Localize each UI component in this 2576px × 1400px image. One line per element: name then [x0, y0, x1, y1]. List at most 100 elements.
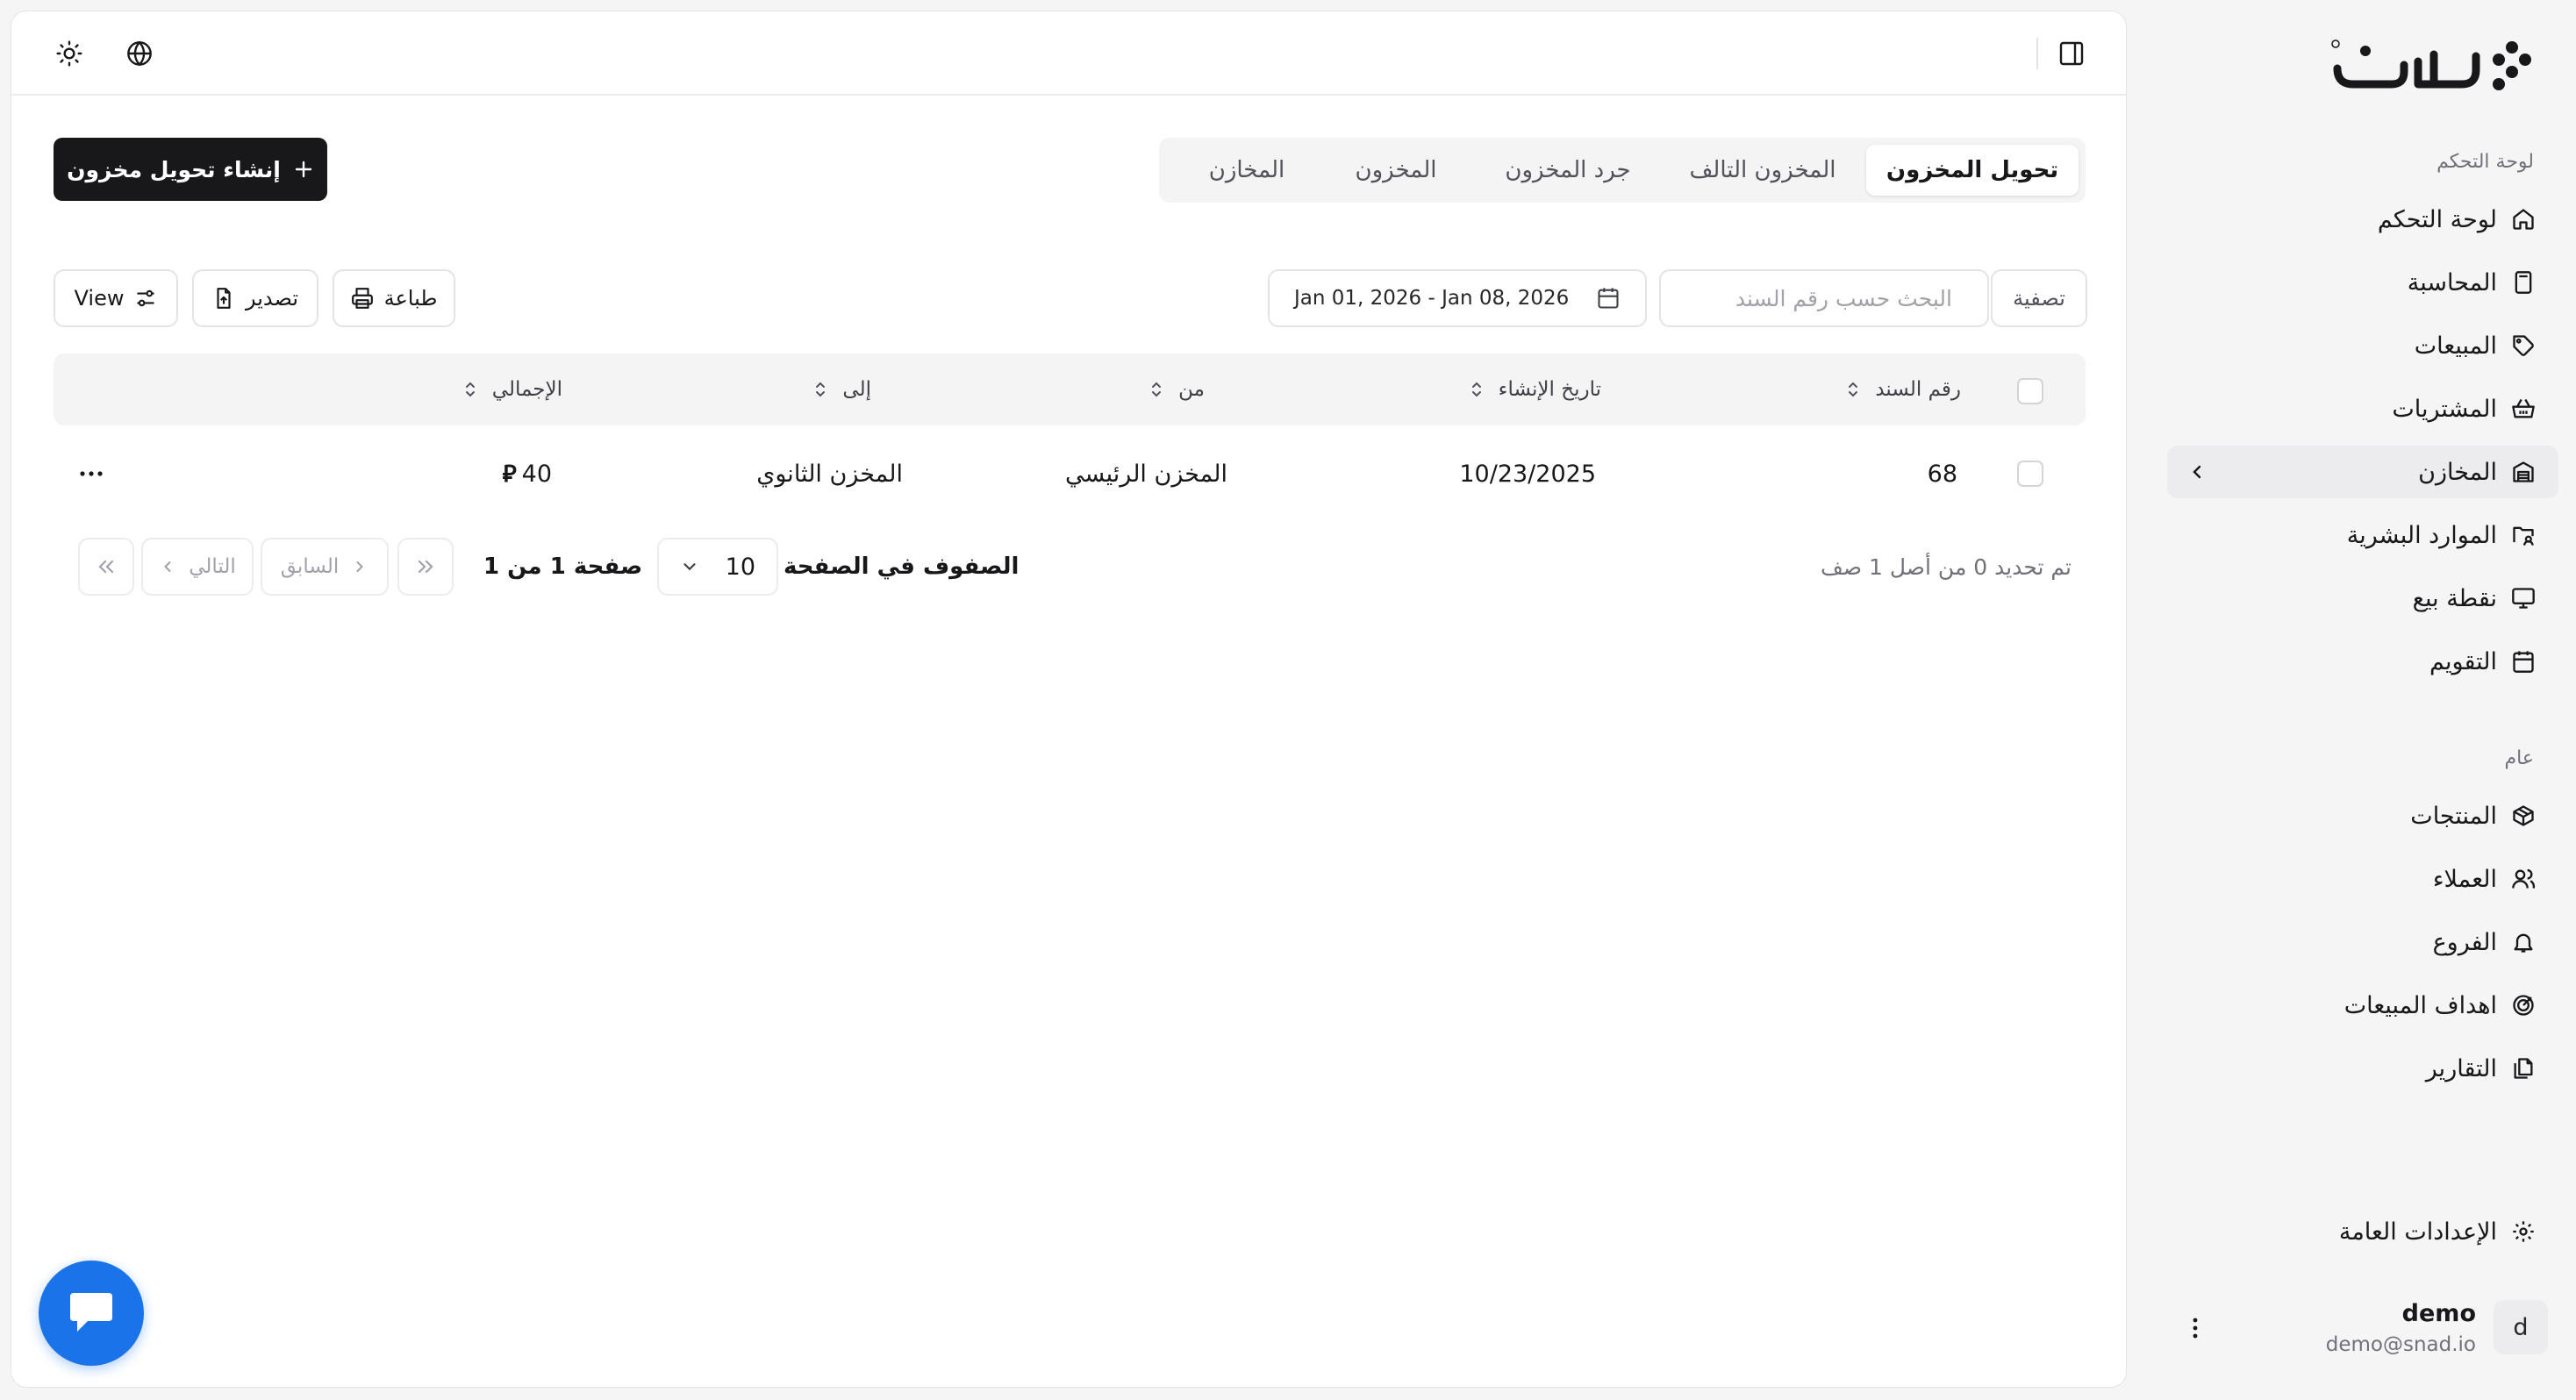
sidebar-item-reports[interactable]: التقارير: [2167, 1042, 2558, 1095]
chevron-right-icon: [351, 557, 369, 576]
more-horizontal-icon[interactable]: [78, 464, 104, 483]
export-button[interactable]: تصدير: [192, 269, 318, 327]
prev-page-button[interactable]: السابق: [261, 538, 389, 596]
sidebar-item-label: الموارد البشرية: [2346, 521, 2497, 549]
sidebar-item-label: المخازن: [2418, 458, 2497, 486]
sidebar-item-products[interactable]: المنتجات: [2167, 789, 2558, 842]
sidebar-item-label: التقويم: [2429, 647, 2497, 675]
sidebar-item-label: الإعدادات العامة: [2338, 1218, 2497, 1246]
gear-icon: [2511, 1219, 2536, 1244]
table-header: رقم السند تاريخ الإنشاء من إلى الإجمالي: [54, 354, 2086, 425]
sidebar-item-label: الفروع: [2432, 928, 2497, 956]
cell-to: المخزن الثانوي: [756, 460, 903, 488]
sun-icon[interactable]: [50, 34, 89, 73]
tab-stock[interactable]: المخزون: [1326, 145, 1466, 196]
view-label: View: [74, 286, 125, 311]
print-button[interactable]: طباعة: [333, 269, 455, 327]
column-header-to[interactable]: إلى: [812, 354, 871, 425]
sidebar-item-settings[interactable]: الإعدادات العامة: [2167, 1205, 2558, 1258]
column-label: إلى: [842, 378, 871, 401]
chevron-left-icon: [159, 557, 176, 576]
selection-count: تم تحديد 0 من أصل 1 صف: [1820, 554, 2072, 580]
sort-icon: [812, 380, 828, 399]
column-header-number[interactable]: رقم السند: [1845, 354, 1961, 425]
sidebar-item-warehouses[interactable]: المخازن: [2167, 446, 2558, 498]
files-icon: [2511, 1056, 2536, 1081]
sidebar-item-purchases[interactable]: المشتريات: [2167, 382, 2558, 435]
sidebar-item-pos[interactable]: نقطة بيع: [2167, 572, 2558, 625]
sidebar-item-label: لوحة التحكم: [2377, 205, 2497, 233]
brand-logo[interactable]: [2330, 35, 2534, 96]
next-page-button[interactable]: التالي: [141, 538, 254, 596]
tab-damaged-stock[interactable]: المخزون التالف: [1666, 145, 1859, 196]
sidebar-item-dashboard[interactable]: لوحة التحكم: [2167, 193, 2558, 246]
next-label: التالي: [189, 555, 236, 578]
tag-icon: [2511, 333, 2536, 358]
rows-per-page-select[interactable]: 10: [657, 538, 778, 596]
sidebar-item-hr[interactable]: الموارد البشرية: [2167, 509, 2558, 561]
user-menu[interactable]: d demo demo@snad.io: [2167, 1289, 2558, 1365]
select-all-checkbox[interactable]: [2017, 378, 2043, 404]
section-label-dashboard: لوحة التحكم: [2436, 151, 2534, 173]
section-label-general: عام: [2504, 747, 2534, 769]
column-header-created[interactable]: تاريخ الإنشاء: [1469, 354, 1601, 425]
box-icon: [2511, 804, 2536, 828]
sidebar-item-sales[interactable]: المبيعات: [2167, 319, 2558, 372]
table-row[interactable]: 68 10/23/2025 المخزن الرئيسي المخزن الثا…: [54, 438, 2086, 510]
first-page-button[interactable]: [397, 538, 454, 596]
row-checkbox[interactable]: [2017, 461, 2043, 487]
chevron-left-icon: [2186, 461, 2207, 482]
cell-number: 68: [1927, 460, 1957, 488]
basket-icon: [2511, 396, 2536, 421]
filter-button[interactable]: تصفية: [1991, 269, 2087, 327]
user-name: demo: [2401, 1300, 2476, 1327]
tab-stock-transfer[interactable]: تحويل المخزون: [1866, 145, 2079, 196]
sidebar-item-customers[interactable]: العملاء: [2167, 853, 2558, 905]
users-folder-icon: [2511, 523, 2536, 547]
prev-label: السابق: [280, 555, 340, 578]
top-bar: [11, 11, 2126, 96]
chat-icon: [67, 1291, 116, 1335]
globe-icon[interactable]: [120, 34, 159, 73]
sort-icon: [1469, 380, 1485, 399]
calendar-icon: [2511, 649, 2536, 674]
column-header-total[interactable]: الإجمالي: [462, 354, 562, 425]
sidebar-item-accounting[interactable]: المحاسبة: [2167, 256, 2558, 309]
home-icon: [2511, 207, 2536, 232]
sidebar-item-label: المشتريات: [2392, 395, 2497, 423]
sidebar-item-calendar[interactable]: التقويم: [2167, 635, 2558, 688]
date-range-picker[interactable]: Jan 01, 2026 - Jan 08, 2026: [1268, 269, 1647, 327]
column-label: من: [1178, 378, 1205, 401]
sidebar-item-label: التقارير: [2425, 1054, 2497, 1082]
view-button[interactable]: View: [54, 269, 178, 327]
cell-from: المخزن الرئيسي: [1065, 460, 1227, 488]
sidebar-item-branches[interactable]: الفروع: [2167, 916, 2558, 968]
sidebar: لوحة التحكم لوحة التحكم المحاسبة المبيعا…: [2143, 0, 2576, 1400]
tabs: تحويل المخزون المخزون التالف جرد المخزون…: [1159, 138, 2086, 203]
sidebar-item-sales-goals[interactable]: اهداف المبيعات: [2167, 979, 2558, 1032]
column-label: رقم السند: [1875, 378, 1961, 401]
sidebar-item-label: المبيعات: [2414, 332, 2497, 360]
tab-stock-count[interactable]: جرد المخزون: [1477, 145, 1659, 196]
chevrons-left-icon: [95, 556, 118, 577]
chat-button[interactable]: [39, 1261, 144, 1366]
create-transfer-label: إنشاء تحويل مخزون: [67, 156, 281, 182]
date-range-label: Jan 01, 2026 - Jan 08, 2026: [1294, 287, 1570, 310]
column-header-from[interactable]: من: [1148, 354, 1205, 425]
file-export-icon: [212, 287, 235, 310]
search-input[interactable]: [1659, 269, 1989, 327]
cell-created: 10/23/2025: [1459, 460, 1596, 488]
panel-icon[interactable]: [2052, 34, 2091, 73]
sort-icon: [1148, 380, 1164, 399]
sort-icon: [1845, 380, 1861, 399]
sidebar-item-label: العملاء: [2432, 865, 2497, 893]
sidebar-item-label: المنتجات: [2410, 802, 2497, 830]
printer-icon: [351, 287, 374, 310]
sidebar-item-label: نقطة بيع: [2412, 584, 2497, 612]
currency-symbol: ⃁: [502, 461, 517, 488]
create-transfer-button[interactable]: إنشاء تحويل مخزون: [54, 138, 327, 201]
more-vertical-icon[interactable]: [2185, 1316, 2206, 1340]
sort-icon: [462, 380, 478, 399]
tab-warehouses[interactable]: المخازن: [1177, 145, 1317, 196]
last-page-button[interactable]: [78, 538, 134, 596]
